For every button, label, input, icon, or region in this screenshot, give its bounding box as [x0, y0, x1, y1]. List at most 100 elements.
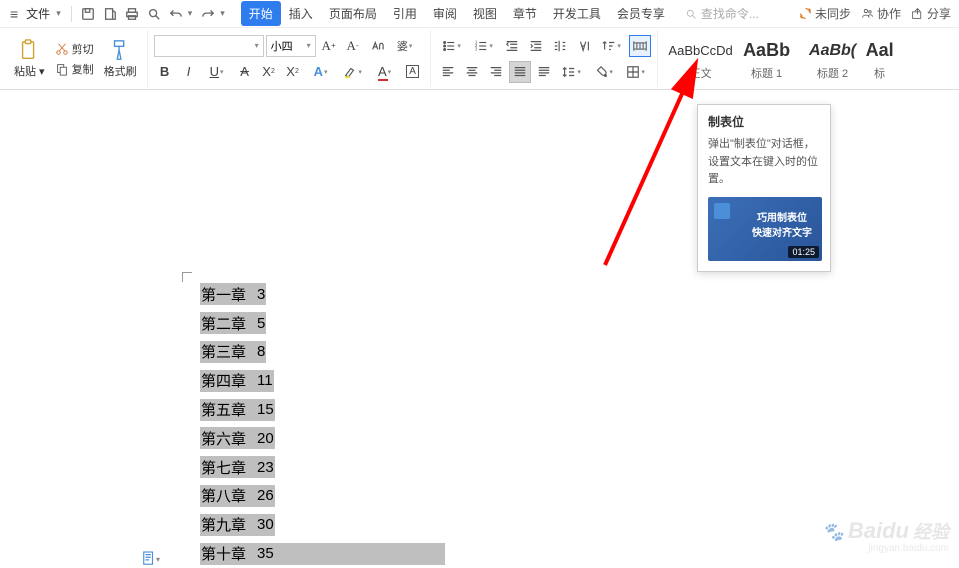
align-justify-button[interactable] — [509, 61, 531, 83]
tab-chapter[interactable]: 章节 — [505, 1, 545, 26]
document-line[interactable]: 第二章5 — [200, 309, 445, 338]
borders-button[interactable]: ▾ — [621, 61, 651, 83]
tooltip-description: 弹出"制表位"对话框，设置文本在键入时的位置。 — [708, 136, 820, 189]
chapter-label: 第五章 — [201, 399, 253, 420]
asian-spacing-button[interactable] — [549, 35, 571, 57]
chapter-label: 第六章 — [201, 428, 253, 449]
text-effects-button[interactable]: A▾ — [306, 61, 336, 83]
increase-font-icon[interactable]: A+ — [318, 35, 340, 57]
page-number: 30 — [257, 516, 274, 533]
document-line[interactable]: 第五章15 — [200, 395, 445, 424]
tab-home[interactable]: 开始 — [241, 1, 281, 26]
redo-icon[interactable] — [198, 4, 218, 24]
file-dropdown-arrow[interactable]: ▾ — [56, 8, 65, 19]
sort-button[interactable]: ▾ — [597, 35, 627, 57]
ribbon: 粘贴 ▾ 剪切 复制 格式刷 ▾ 小四▾ — [0, 28, 959, 90]
undo-icon[interactable] — [166, 4, 186, 24]
command-search[interactable]: 查找命令... — [685, 5, 759, 22]
decrease-font-icon[interactable]: A- — [342, 35, 364, 57]
document-line[interactable]: 第八章26 — [200, 482, 445, 511]
document-line[interactable]: 第七章23 — [200, 453, 445, 482]
share-button[interactable]: 分享 — [911, 5, 951, 22]
strikethrough-button[interactable]: A — [234, 61, 256, 83]
format-painter-button[interactable]: 格式刷 — [100, 39, 141, 79]
section-icon[interactable]: ▾ — [142, 550, 160, 568]
tooltip-video-thumbnail[interactable]: 巧用制表位快速对齐文字 01:25 — [708, 197, 822, 261]
style-heading3[interactable]: Aal 标 — [866, 34, 894, 84]
tooltip-title: 制表位 — [708, 113, 820, 130]
font-size-select[interactable]: 小四▾ — [266, 35, 316, 57]
cut-button[interactable]: 剪切 — [53, 40, 96, 58]
line-spacing-button[interactable]: ▾ — [557, 61, 587, 83]
tab-view[interactable]: 视图 — [465, 1, 505, 26]
page-number: 3 — [257, 286, 265, 303]
page-number: 11 — [257, 372, 273, 389]
style-heading2[interactable]: AaBb( 标题 2 — [800, 34, 866, 84]
align-right-button[interactable] — [485, 61, 507, 83]
align-center-button[interactable] — [461, 61, 483, 83]
font-color-button[interactable]: A▾ — [370, 61, 400, 83]
undo-dropdown[interactable]: ▾ — [188, 8, 197, 19]
numbering-button[interactable]: 123▾ — [469, 35, 499, 57]
paste-button[interactable]: 粘贴 ▾ — [10, 39, 49, 79]
char-border-button[interactable]: A — [402, 61, 424, 83]
highlight-button[interactable]: ▾ — [338, 61, 368, 83]
print-preview-icon[interactable] — [100, 4, 120, 24]
page-number: 20 — [257, 430, 274, 447]
document-line[interactable]: 第九章30 — [200, 510, 445, 539]
document-line[interactable]: 第十章35 — [200, 539, 445, 568]
tab-review[interactable]: 审阅 — [425, 1, 465, 26]
preview-icon[interactable] — [144, 4, 164, 24]
style-normal[interactable]: AaBbCcDd 正文 — [668, 34, 734, 84]
shading-button[interactable]: ▾ — [589, 61, 619, 83]
change-case-icon[interactable] — [366, 35, 388, 57]
save-icon[interactable] — [78, 4, 98, 24]
page-number: 8 — [257, 343, 265, 360]
chapter-label: 第八章 — [201, 485, 253, 506]
page-number: 15 — [257, 401, 274, 418]
video-title: 巧用制表位快速对齐文字 — [752, 211, 812, 241]
italic-button[interactable]: I — [178, 61, 200, 83]
tab-developer[interactable]: 开发工具 — [545, 1, 609, 26]
bold-button[interactable]: B — [154, 61, 176, 83]
collab-button[interactable]: 协作 — [861, 5, 901, 22]
tab-references[interactable]: 引用 — [385, 1, 425, 26]
styles-gallery: AaBbCcDd 正文 AaBb 标题 1 AaBb( 标题 2 Aal 标 — [664, 34, 898, 84]
document-line[interactable]: 第六章20 — [200, 424, 445, 453]
video-duration: 01:25 — [788, 246, 819, 258]
tab-stops-button[interactable] — [629, 35, 651, 57]
svg-text:3: 3 — [475, 46, 478, 51]
hamburger-icon[interactable]: ≡ — [8, 6, 20, 22]
clear-format-icon[interactable]: 婆▾ — [390, 35, 420, 57]
clipboard-group: 粘贴 ▾ 剪切 复制 格式刷 — [4, 30, 148, 87]
subscript-button[interactable]: X2 — [282, 61, 304, 83]
document-line[interactable]: 第一章3 — [200, 280, 445, 309]
chapter-label: 第三章 — [201, 341, 253, 362]
tab-page-layout[interactable]: 页面布局 — [321, 1, 385, 26]
increase-indent-button[interactable] — [525, 35, 547, 57]
redo-dropdown[interactable]: ▾ — [220, 8, 229, 19]
file-menu[interactable]: 文件 — [22, 5, 54, 22]
style-heading1[interactable]: AaBb 标题 1 — [734, 34, 800, 84]
text-direction-button[interactable] — [573, 35, 595, 57]
align-left-button[interactable] — [437, 61, 459, 83]
underline-button[interactable]: U▾ — [202, 61, 232, 83]
superscript-button[interactable]: X2 — [258, 61, 280, 83]
page-number: 35 — [257, 545, 274, 562]
copy-button[interactable]: 复制 — [53, 60, 96, 78]
distribute-button[interactable] — [533, 61, 555, 83]
tab-stops-tooltip: 制表位 弹出"制表位"对话框，设置文本在键入时的位置。 巧用制表位快速对齐文字 … — [697, 104, 831, 272]
sync-status[interactable]: 未同步 — [799, 5, 851, 22]
print-icon[interactable] — [122, 4, 142, 24]
bullets-button[interactable]: ▾ — [437, 35, 467, 57]
tab-member[interactable]: 会员专享 — [609, 1, 673, 26]
font-name-select[interactable]: ▾ — [154, 35, 264, 57]
chapter-label: 第一章 — [201, 284, 253, 305]
tab-insert[interactable]: 插入 — [281, 1, 321, 26]
document-line[interactable]: 第三章8 — [200, 338, 445, 367]
wps-badge-icon — [714, 203, 730, 219]
document-line[interactable]: 第四章11 — [200, 366, 445, 395]
menubar: ≡ 文件 ▾ ▾ ▾ 开始 插入 页面布局 引用 审阅 视图 章节 开发工具 会… — [0, 0, 959, 28]
document-content[interactable]: 第一章3第二章5第三章8第四章11第五章15第六章20第七章23第八章26第九章… — [200, 280, 445, 568]
decrease-indent-button[interactable] — [501, 35, 523, 57]
